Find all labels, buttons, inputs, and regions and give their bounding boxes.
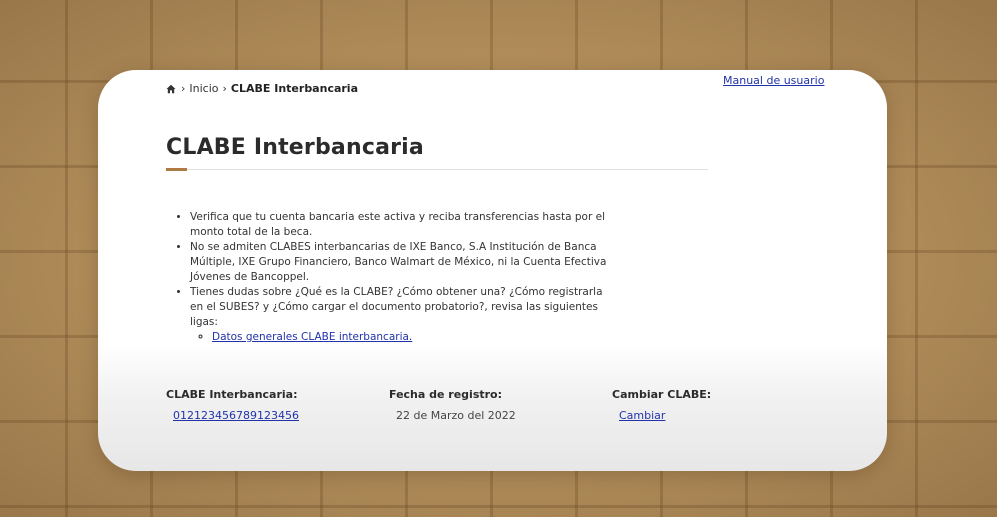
title-divider <box>166 169 708 170</box>
clabe-card: › Inicio › CLABE Interbancaria Manual de… <box>98 70 887 471</box>
manual-de-usuario-link[interactable]: Manual de usuario <box>723 74 824 87</box>
clabe-number-link[interactable]: 012123456789123456 <box>173 409 299 422</box>
datos-generales-clabe-link[interactable]: Datos generales CLABE interbancaria. <box>212 331 412 343</box>
fecha-registro-label: Fecha de registro: <box>389 388 503 401</box>
home-icon[interactable] <box>166 84 176 94</box>
clabe-interbancaria-label: CLABE Interbancaria: <box>166 388 298 401</box>
breadcrumb-separator: › <box>181 82 186 95</box>
breadcrumb: › Inicio › CLABE Interbancaria <box>166 82 358 95</box>
info-sub-list: Datos generales CLABE interbancaria. <box>190 330 610 345</box>
title-accent-bar <box>166 168 187 171</box>
info-item-cuenta-activa: Verifica que tu cuenta bancaria este act… <box>190 210 610 240</box>
info-item-dudas: Tienes dudas sobre ¿Qué es la CLABE? ¿Có… <box>190 285 610 345</box>
cambiar-clabe-label: Cambiar CLABE: <box>612 388 712 401</box>
info-item-clabes-no-admitidas: No se admiten CLABES interbancarias de I… <box>190 240 610 285</box>
breadcrumb-current: CLABE Interbancaria <box>230 82 359 95</box>
cambiar-link[interactable]: Cambiar <box>619 409 665 422</box>
breadcrumb-separator: › <box>222 82 227 95</box>
page-title: CLABE Interbancaria <box>166 135 424 160</box>
info-sub-item: Datos generales CLABE interbancaria. <box>212 330 610 345</box>
fecha-registro-value: 22 de Marzo del 2022 <box>396 409 516 422</box>
breadcrumb-inicio-link[interactable]: Inicio <box>189 82 218 95</box>
info-item-dudas-text: Tienes dudas sobre ¿Qué es la CLABE? ¿Có… <box>190 286 603 328</box>
info-list: Verifica que tu cuenta bancaria este act… <box>178 210 610 345</box>
